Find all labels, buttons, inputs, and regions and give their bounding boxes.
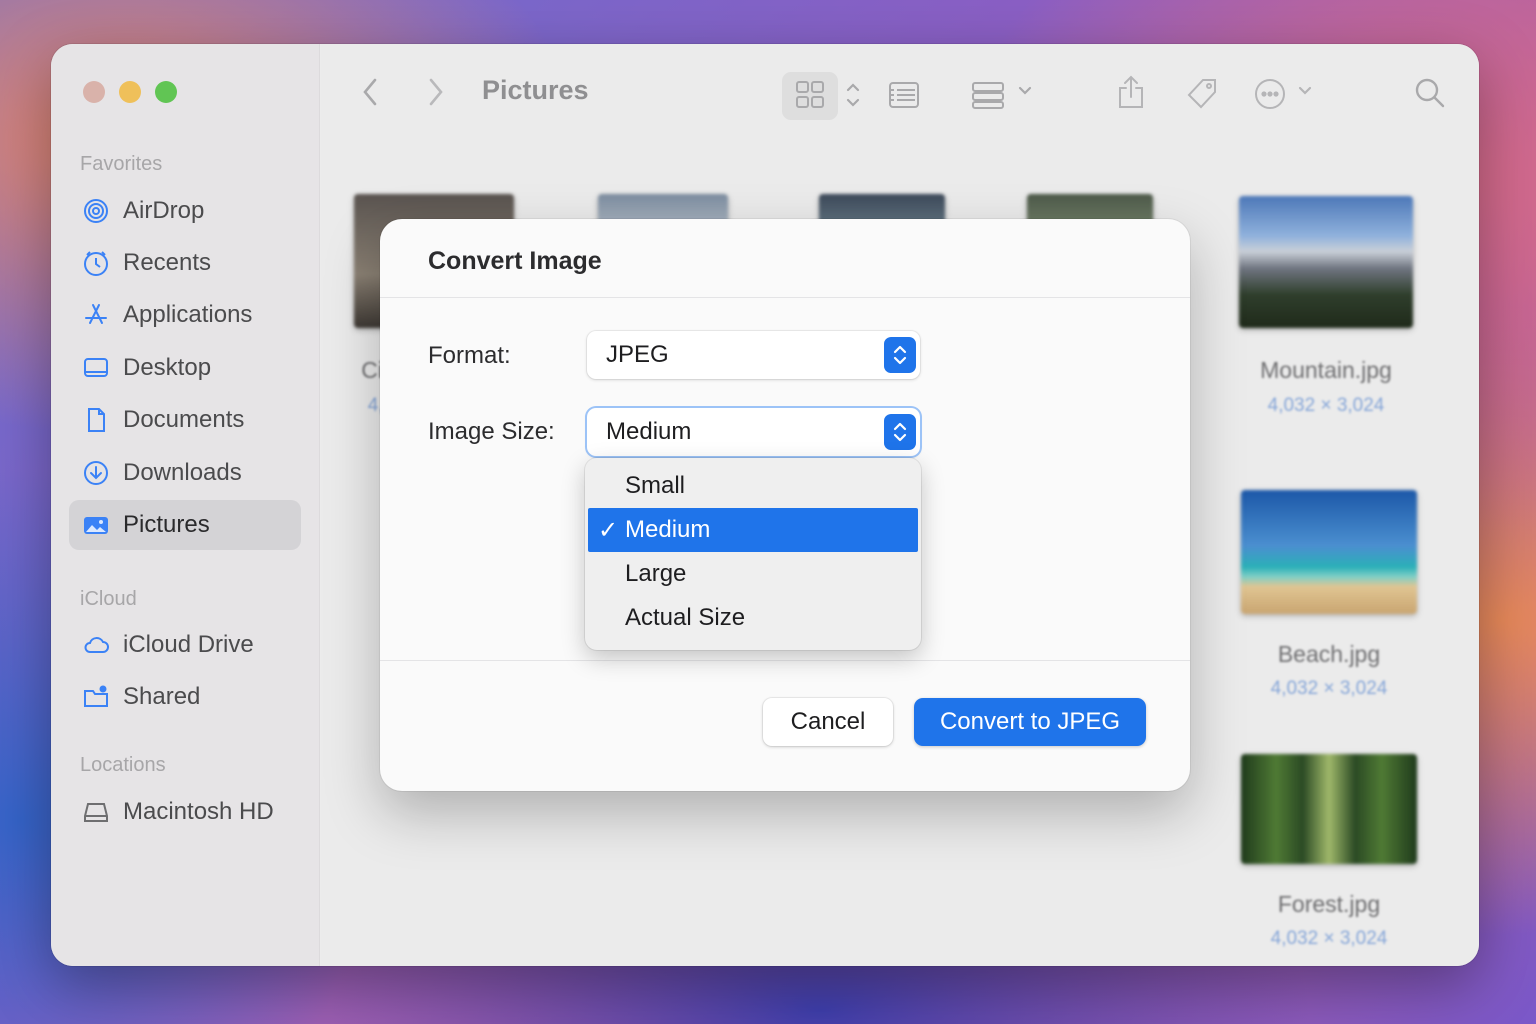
forward-icon[interactable]: [423, 76, 447, 108]
sidebar-item-icloud-drive[interactable]: iCloud Drive: [69, 620, 301, 670]
chevron-updown-icon: [884, 337, 916, 373]
tag-icon[interactable]: [1185, 77, 1219, 111]
search-icon[interactable]: [1414, 77, 1446, 109]
desktop-icon: [82, 354, 110, 382]
sidebar-item-label: Documents: [123, 406, 245, 433]
sidebar-item-label: Pictures: [123, 511, 210, 538]
divider: [380, 660, 1190, 661]
menu-item-actual-size[interactable]: Actual Size: [588, 596, 918, 640]
chevron-down-icon[interactable]: [1298, 84, 1312, 98]
menu-item-large[interactable]: Large: [588, 552, 918, 596]
minimize-button[interactable]: [119, 81, 141, 103]
zoom-button[interactable]: [155, 81, 177, 103]
sidebar: Favorites AirDrop Recents Applications D…: [51, 44, 320, 966]
sidebar-item-label: Desktop: [123, 354, 212, 381]
sidebar-item-label: Macintosh HD: [123, 798, 274, 825]
file-dimensions: 4,032 × 3,024: [1270, 928, 1388, 949]
sidebar-item-applications[interactable]: Applications: [69, 290, 301, 340]
dialog-title: Convert Image: [428, 247, 602, 275]
window-title: Pictures: [482, 75, 589, 105]
traffic-lights: [83, 81, 177, 103]
disk-icon: [82, 798, 110, 826]
sidebar-item-label: Downloads: [123, 459, 242, 486]
chevron-updown-icon[interactable]: [845, 80, 861, 110]
sidebar-item-documents[interactable]: Documents: [69, 395, 301, 445]
sidebar-item-label: Shared: [123, 683, 201, 710]
menu-item-label: Medium: [625, 516, 711, 543]
download-icon: [82, 459, 110, 487]
menu-item-label: Actual Size: [625, 604, 746, 631]
image-size-value: Medium: [606, 418, 692, 445]
file-dimensions: 4,032 × 3,024: [1267, 395, 1385, 416]
format-value: JPEG: [606, 341, 669, 368]
sidebar-item-label: iCloud Drive: [123, 631, 254, 658]
file-name-forest: Forest.jpg: [1277, 891, 1381, 917]
list-view-icon[interactable]: [888, 80, 920, 110]
forest-thumbnail[interactable]: [1241, 754, 1417, 864]
group-icon[interactable]: [971, 80, 1005, 110]
mountain-thumbnail[interactable]: [1239, 196, 1413, 328]
airdrop-icon: [82, 197, 110, 225]
format-select[interactable]: JPEG: [587, 331, 920, 379]
toolbar: Pictures: [321, 44, 1479, 140]
menu-item-medium[interactable]: ✓ Medium: [588, 508, 918, 552]
sidebar-item-airdrop[interactable]: AirDrop: [69, 186, 301, 236]
chevron-updown-icon: [884, 414, 916, 450]
document-icon: [82, 406, 110, 434]
beach-thumbnail[interactable]: [1241, 490, 1417, 614]
back-icon[interactable]: [359, 76, 383, 108]
sidebar-item-macintosh-hd[interactable]: Macintosh HD: [69, 787, 301, 837]
sidebar-item-label: Applications: [123, 301, 253, 328]
cloud-icon: [82, 631, 110, 659]
clock-icon: [82, 249, 110, 277]
checkmark-icon: ✓: [598, 517, 619, 544]
sidebar-section-locations: Locations: [80, 754, 166, 776]
sidebar-item-desktop[interactable]: Desktop: [69, 343, 301, 393]
shared-folder-icon: [82, 683, 110, 711]
pictures-icon: [82, 511, 110, 539]
menu-item-label: Small: [625, 472, 686, 499]
sidebar-item-recents[interactable]: Recents: [69, 238, 301, 288]
more-icon[interactable]: [1253, 77, 1287, 111]
cancel-button[interactable]: Cancel: [763, 698, 893, 746]
image-size-label: Image Size:: [428, 418, 555, 445]
menu-item-small[interactable]: Small: [588, 464, 918, 508]
chevron-down-icon[interactable]: [1018, 84, 1032, 98]
share-icon[interactable]: [1116, 74, 1146, 110]
sidebar-section-favorites: Favorites: [80, 153, 163, 175]
file-name-mountain: Mountain.jpg: [1260, 357, 1392, 383]
sidebar-item-downloads[interactable]: Downloads: [69, 448, 301, 498]
image-size-select[interactable]: Medium: [587, 408, 920, 456]
image-size-menu: Small ✓ Medium Large Actual Size: [585, 458, 921, 650]
sidebar-item-label: Recents: [123, 249, 212, 276]
sidebar-item-label: AirDrop: [123, 197, 205, 224]
grid-view-icon: [795, 80, 825, 110]
applications-icon: [82, 301, 110, 329]
format-label: Format:: [428, 342, 511, 369]
sidebar-item-shared[interactable]: Shared: [69, 672, 301, 722]
close-button[interactable]: [83, 81, 105, 103]
convert-button[interactable]: Convert to JPEG: [914, 698, 1146, 746]
file-name-beach: Beach.jpg: [1277, 641, 1381, 667]
sidebar-section-icloud: iCloud: [80, 588, 137, 610]
sidebar-item-pictures[interactable]: Pictures: [69, 500, 301, 550]
file-dimensions: 4,032 × 3,024: [1270, 678, 1388, 699]
divider: [380, 297, 1190, 298]
menu-item-label: Large: [625, 560, 687, 587]
